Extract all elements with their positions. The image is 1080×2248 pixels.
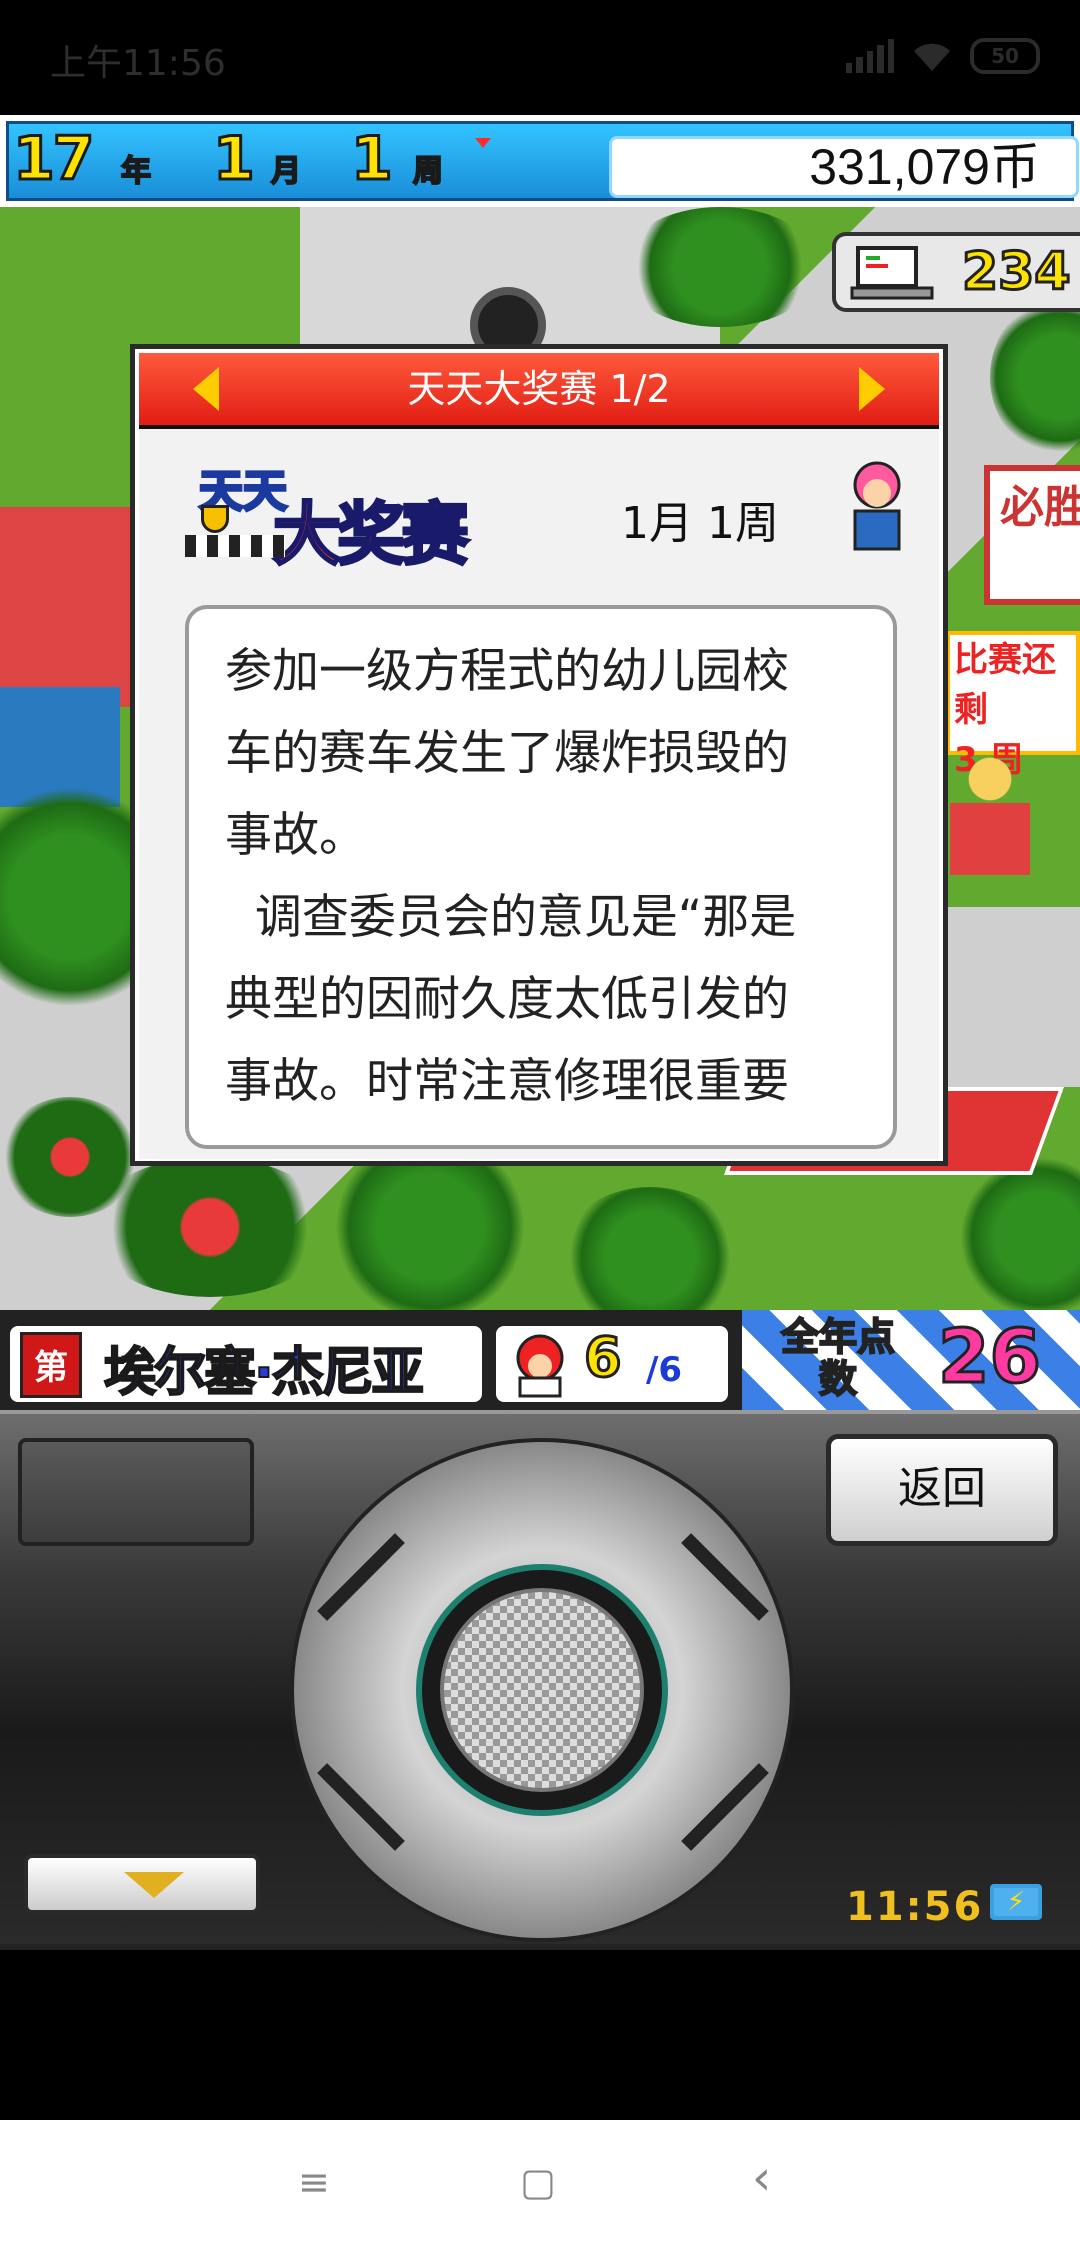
signal-icon xyxy=(846,39,895,73)
race-countdown-sign: 比赛还剩 3 周 xyxy=(946,631,1080,780)
palm-tree-icon xyxy=(620,207,820,327)
date-bar[interactable]: 17 年 1 月 1 周 331,079币 xyxy=(6,121,1079,201)
victory-sign: 必胜 xyxy=(984,465,1080,605)
dpad-right[interactable] xyxy=(674,1612,784,1772)
collapse-button[interactable] xyxy=(24,1854,260,1914)
dpad-divider xyxy=(317,1763,405,1851)
team-name: 埃尔塞·杰尼亚 xyxy=(103,1342,425,1404)
wifi-icon xyxy=(914,43,950,71)
message-box[interactable]: 参加一级方程式的幼儿园校 车的赛车发生了爆炸损毁的 事故。 调查委员会的意见是“… xyxy=(185,605,897,1149)
palm-tree-icon xyxy=(960,1157,1080,1315)
driver-count-total: /6 xyxy=(646,1350,683,1390)
battery-icon: 50 xyxy=(970,38,1040,74)
confirm-button[interactable] xyxy=(440,1588,644,1792)
status-bar: 上午11:56 50 xyxy=(0,0,1080,115)
money-display: 331,079币 xyxy=(609,136,1079,198)
trophy-icon xyxy=(201,505,229,533)
annual-points-label: 全年点数 xyxy=(780,1315,896,1401)
flower-bush-icon xyxy=(90,1157,330,1297)
status-time: 上午11:56 xyxy=(50,43,226,84)
dpad-divider xyxy=(681,1763,769,1851)
dpad-down[interactable] xyxy=(464,1822,624,1932)
red-car-icon xyxy=(0,507,130,707)
virtual-controller: 返回 11:56 ⚡ xyxy=(0,1410,1080,1950)
checkered-flag-icon xyxy=(185,535,285,557)
charging-battery-icon: ⚡ xyxy=(990,1884,1042,1920)
system-nav-bar: ≡ ▢ ‹ xyxy=(0,2120,1080,2248)
dialog-title: 天天大奖赛 1/2 xyxy=(407,367,671,411)
next-page-arrow-icon[interactable] xyxy=(859,367,885,411)
dpad-divider xyxy=(681,1533,769,1621)
rank-badge: 第1 xyxy=(20,1332,82,1454)
status-icons: 50 xyxy=(846,34,1040,78)
week-unit: 周 xyxy=(412,153,444,190)
annual-points-panel[interactable]: 全年点数 26 xyxy=(742,1310,1080,1410)
driver-count: 6 xyxy=(583,1325,624,1391)
controller-screen xyxy=(18,1438,254,1546)
logo-line2: 大奖赛 xyxy=(271,495,470,577)
game-clock: 11:56 xyxy=(846,1884,984,1930)
back-nav-icon[interactable]: ‹ xyxy=(752,2150,771,2206)
dpad-up[interactable] xyxy=(464,1452,624,1562)
palm-tree-icon xyxy=(990,297,1080,457)
grand-prix-logo: 天天 大奖赛 xyxy=(185,455,535,577)
month-unit: 月 xyxy=(270,153,302,190)
dialog-body: 天天 大奖赛 1月 1周 参加一级方程式的幼儿园校 车的赛车发生了爆炸损毁的 事… xyxy=(139,429,939,1159)
dropdown-triangle-icon[interactable] xyxy=(475,138,491,148)
dialog-date: 1月 1周 xyxy=(621,498,779,549)
message-text: 参加一级方程式的幼儿园校 车的赛车发生了爆炸损毁的 事故。 调查委员会的意见是“… xyxy=(225,644,797,1109)
top-info-bar: 17 年 1 月 1 周 331,079币 xyxy=(0,115,1080,207)
reporter-avatar-icon xyxy=(853,461,901,551)
home-icon[interactable]: ▢ xyxy=(520,2160,556,2204)
menu-icon[interactable]: ≡ xyxy=(298,2160,330,2204)
down-arrow-icon xyxy=(124,1872,184,1898)
year-unit: 年 xyxy=(120,153,152,190)
driver-count-panel[interactable]: 6 /6 xyxy=(492,1322,732,1406)
dpad-left[interactable] xyxy=(304,1612,414,1772)
dpad-divider xyxy=(317,1533,405,1621)
annual-points-value: 26 xyxy=(937,1313,1043,1402)
team-info-strip: 第1 埃尔塞·杰尼亚 6 /6 全年点数 26 xyxy=(0,1310,1080,1454)
event-dialog: 天天大奖赛 1/2 天天 大奖赛 1月 1周 参加一级方程式的幼儿园校 车的赛车… xyxy=(130,344,948,1166)
palm-tree-icon xyxy=(560,1187,740,1315)
computer-icon xyxy=(850,246,934,300)
race-girl-icon xyxy=(950,755,1030,875)
week-value: 1 xyxy=(350,123,395,196)
countdown-label: 比赛还剩 xyxy=(954,640,1056,730)
year-value: 17 xyxy=(12,123,96,196)
month-value: 1 xyxy=(212,123,257,196)
driver-helmet-icon xyxy=(516,1334,564,1398)
dpad[interactable] xyxy=(290,1438,794,1942)
research-points: 234 xyxy=(961,241,1073,304)
research-counter[interactable]: 234 xyxy=(832,232,1080,312)
team-rank-panel[interactable]: 第1 埃尔塞·杰尼亚 xyxy=(6,1322,486,1454)
back-button[interactable]: 返回 xyxy=(826,1434,1058,1546)
dialog-header: 天天大奖赛 1/2 xyxy=(139,353,939,429)
